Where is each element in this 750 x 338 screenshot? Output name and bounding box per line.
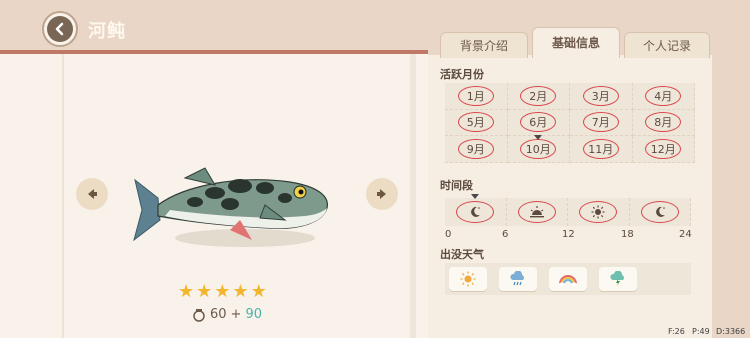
sunrise-icon <box>529 206 544 218</box>
time-slot <box>630 198 691 226</box>
time-slot-ring <box>579 201 618 223</box>
weather-rain <box>499 267 537 291</box>
weather-label: 出没天气 <box>440 248 484 261</box>
time-slot <box>445 194 507 226</box>
rarity-stars: ★ ★ ★ ★ ★ <box>178 283 267 301</box>
page-edge <box>410 54 416 338</box>
time-tick: 18 <box>621 229 634 240</box>
time-slot-ring <box>456 201 495 223</box>
month-cell: 8月 <box>632 109 695 137</box>
month-label: 5月 <box>457 112 494 133</box>
debug-p: P:49 <box>692 327 710 336</box>
month-cell-current: 10月 <box>507 135 570 163</box>
star-icon: ★ <box>178 281 195 302</box>
month-cell: 12月 <box>632 136 695 163</box>
month-label: 3月 <box>582 85 619 106</box>
star-icon: ★ <box>196 281 213 302</box>
pufferfish-image <box>133 167 328 247</box>
tab-basic-info[interactable]: 基础信息 <box>532 27 620 58</box>
thunderstorm-icon <box>610 271 624 286</box>
month-cell: 4月 <box>632 83 695 110</box>
back-button[interactable] <box>42 11 78 47</box>
rain-icon <box>510 271 524 286</box>
moon-icon <box>471 206 481 217</box>
tab-personal-record[interactable]: 个人记录 <box>624 32 710 58</box>
month-cell: 5月 <box>445 109 508 137</box>
previous-fish-button[interactable] <box>76 178 108 210</box>
weather-sunny <box>449 267 487 291</box>
weather-strip <box>445 263 691 295</box>
moon-icon <box>655 206 665 217</box>
weather-rainbow <box>549 267 587 291</box>
time-period-label: 时间段 <box>440 179 473 192</box>
months-grid: 1月 2月 3月 4月 5月 6月 7月 8月 9月 10月 11月 12月 <box>445 83 695 163</box>
month-label: 9月 <box>457 139 494 160</box>
rainbow-icon <box>559 275 577 286</box>
arrow-left-icon <box>88 189 97 199</box>
month-cell: 9月 <box>445 136 508 163</box>
debug-fps: F:26 <box>668 327 685 336</box>
month-label: 8月 <box>645 112 682 133</box>
page-spine <box>62 54 64 338</box>
back-arrow-icon <box>55 22 64 36</box>
time-period-strip <box>445 194 691 226</box>
month-cell: 6月 <box>507 109 570 137</box>
star-icon: ★ <box>250 281 267 302</box>
time-slot <box>568 198 630 226</box>
page-title: 河鲀 <box>88 21 126 42</box>
price-base: 60 <box>210 307 227 322</box>
month-cell: 7月 <box>570 109 633 137</box>
time-tick: 12 <box>562 229 575 240</box>
debug-d: D:3366 <box>716 327 746 336</box>
month-cell: 3月 <box>570 83 633 110</box>
coin-bag-icon <box>193 308 205 322</box>
arrow-right-icon <box>377 189 386 199</box>
time-tick: 0 <box>445 229 452 240</box>
price-bonus: 90 <box>245 307 262 322</box>
weather-thunderstorm <box>599 267 637 291</box>
tab-background[interactable]: 背景介绍 <box>440 32 528 58</box>
month-label: 4月 <box>645 85 682 106</box>
time-tick: 24 <box>679 229 692 240</box>
time-tick: 6 <box>502 229 509 240</box>
sell-price: 60 + 90 <box>192 307 262 322</box>
time-slot-ring <box>517 201 556 223</box>
month-label: 10月 <box>520 139 557 160</box>
time-slot <box>507 198 568 226</box>
active-months-label: 活跃月份 <box>440 68 484 81</box>
sun-icon <box>591 205 605 219</box>
time-slot-ring <box>640 201 679 223</box>
month-label: 6月 <box>520 112 557 133</box>
star-icon: ★ <box>232 281 249 302</box>
month-label: 7月 <box>582 112 619 133</box>
month-cell: 11月 <box>570 136 633 163</box>
current-month-marker <box>534 135 543 141</box>
sun-icon <box>460 271 476 287</box>
month-cell: 2月 <box>507 83 570 110</box>
price-plus: + <box>230 307 242 322</box>
current-time-marker <box>471 194 479 199</box>
next-fish-button[interactable] <box>366 178 398 210</box>
month-label: 2月 <box>520 85 557 106</box>
star-icon: ★ <box>214 281 231 302</box>
month-label: 12月 <box>645 139 682 160</box>
month-label: 11月 <box>582 139 619 160</box>
month-cell: 1月 <box>445 83 508 110</box>
month-label: 1月 <box>457 85 494 106</box>
